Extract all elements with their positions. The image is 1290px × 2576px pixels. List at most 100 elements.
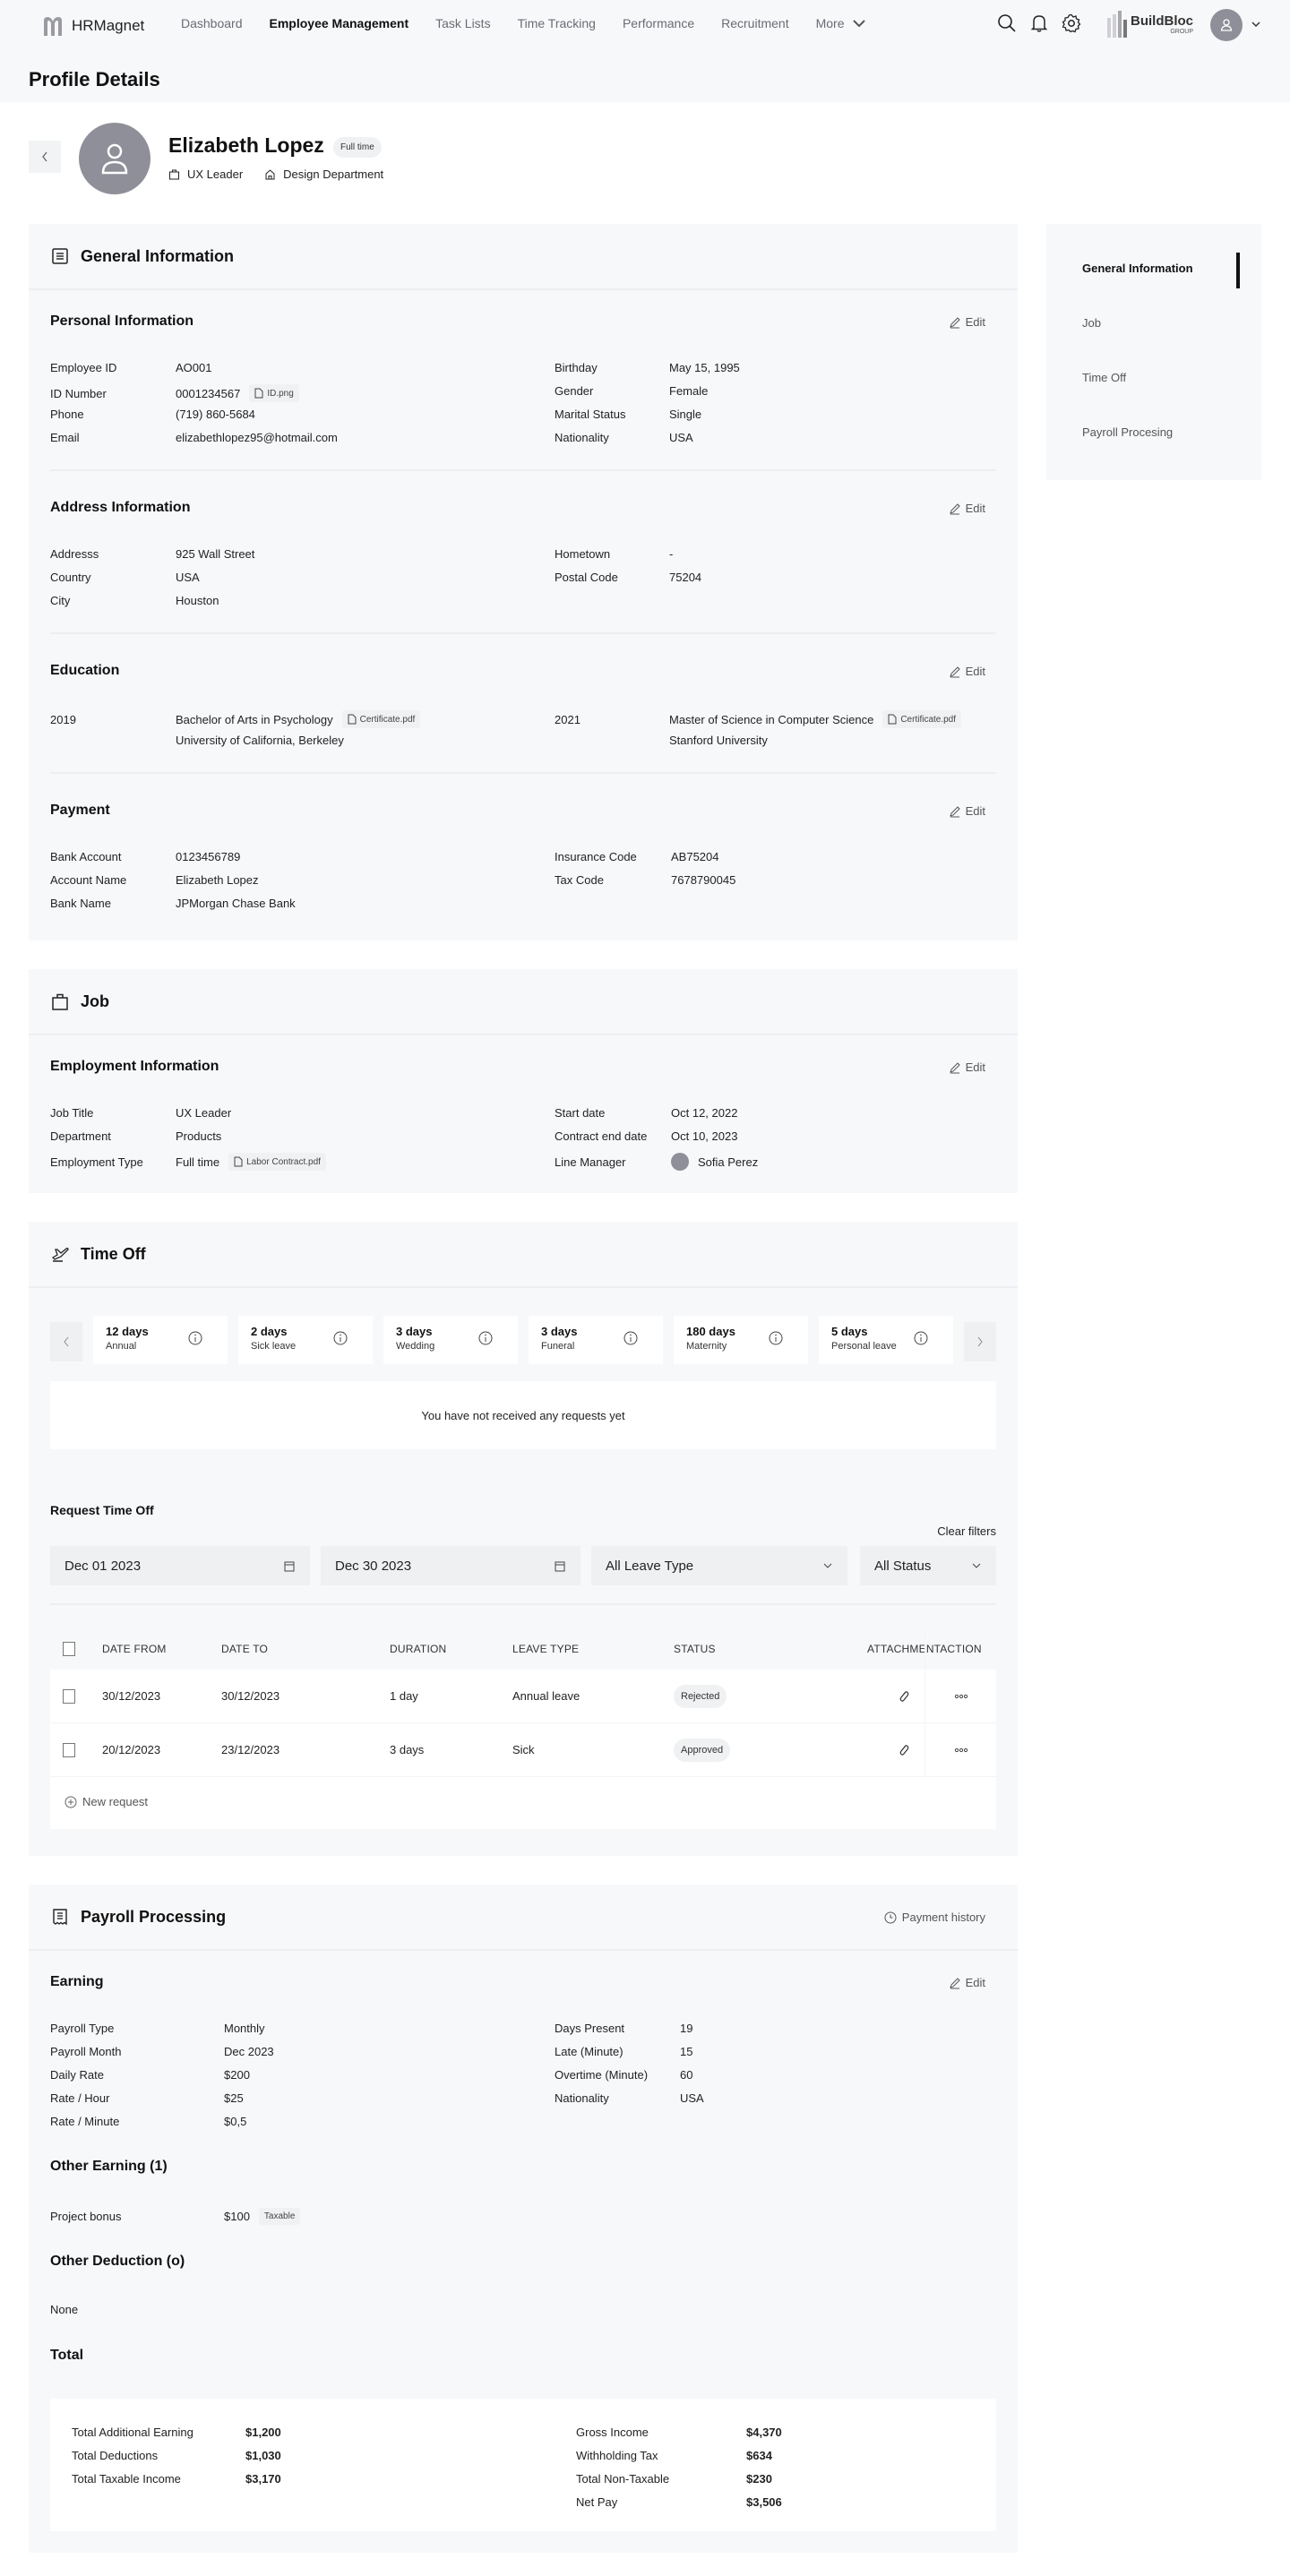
status-select[interactable]: All Status: [860, 1546, 996, 1585]
nav-time-tracking[interactable]: Time Tracking: [518, 16, 596, 30]
back-button[interactable]: [29, 141, 61, 173]
nav-dashboard[interactable]: Dashboard: [181, 16, 243, 30]
field-payroll-month: Payroll Month Dec 2023: [50, 2045, 274, 2058]
section-nav-general-information[interactable]: General Information: [1082, 262, 1193, 275]
file-icon: [888, 714, 897, 725]
user-avatar[interactable]: [1210, 9, 1243, 41]
info-icon[interactable]: [769, 1331, 783, 1345]
row-checkbox[interactable]: [63, 1688, 75, 1704]
withholding-tax: Withholding Tax $634: [576, 2449, 772, 2462]
info-icon[interactable]: [188, 1331, 202, 1345]
more-options-icon[interactable]: [954, 1747, 968, 1753]
leave-balance-card[interactable]: 12 days Annual: [93, 1316, 228, 1364]
col-leave-type[interactable]: LEAVE TYPE: [512, 1628, 579, 1670]
edit-address-button[interactable]: Edit: [949, 502, 985, 515]
edit-earning-button[interactable]: Edit: [949, 1976, 985, 1989]
col-status[interactable]: STATUS: [674, 1628, 716, 1670]
payment-history-button[interactable]: Payment history: [884, 1911, 985, 1924]
receipt-icon: [53, 1909, 67, 1926]
edit-personal-button[interactable]: Edit: [949, 315, 985, 329]
earning-title: Earning: [50, 1974, 104, 1989]
certificate-attachment[interactable]: Certificate.pdf: [882, 710, 962, 728]
field-marital-status: Marital Status Single: [555, 408, 702, 421]
leave-carousel-next[interactable]: [964, 1322, 996, 1361]
employee-role: UX Leader: [187, 167, 244, 181]
certificate-attachment[interactable]: Certificate.pdf: [341, 710, 421, 728]
field-daily-rate: Daily Rate $200: [50, 2068, 250, 2082]
gear-icon[interactable]: [1061, 13, 1082, 34]
edit-payment-button[interactable]: Edit: [949, 804, 985, 818]
paperclip-icon[interactable]: [898, 1689, 910, 1704]
section-nav-payroll[interactable]: Payroll Procesing: [1082, 425, 1173, 439]
info-icon[interactable]: [478, 1331, 493, 1345]
leave-balance-card[interactable]: 3 days Funeral: [529, 1316, 663, 1364]
paperclip-icon[interactable]: [898, 1743, 910, 1757]
labor-contract-attachment[interactable]: Labor Contract.pdf: [228, 1153, 326, 1171]
other-earning-item: Project bonus $100 Taxable: [50, 2208, 301, 2225]
employment-information-title: Employment Information: [50, 1059, 219, 1074]
other-deduction-title: Other Deduction (o): [50, 2254, 185, 2269]
chevron-right-icon: [977, 1336, 983, 1347]
more-options-icon[interactable]: [954, 1694, 968, 1699]
field-insurance-code: Insurance Code AB75204: [555, 850, 719, 863]
edit-education-button[interactable]: Edit: [949, 665, 985, 678]
leave-balance-card[interactable]: 2 days Sick leave: [238, 1316, 373, 1364]
education-school: Stanford University: [669, 734, 768, 747]
nav-recruitment[interactable]: Recruitment: [721, 16, 788, 30]
date-from-input[interactable]: Dec 01 2023: [50, 1546, 310, 1585]
nav-performance[interactable]: Performance: [623, 16, 694, 30]
section-nav-time-off[interactable]: Time Off: [1082, 371, 1126, 384]
search-icon[interactable]: [996, 13, 1018, 34]
info-icon[interactable]: [333, 1331, 348, 1345]
leave-balance-card[interactable]: 5 days Personal leave: [819, 1316, 953, 1364]
id-file-attachment[interactable]: ID.png: [249, 384, 299, 402]
col-duration[interactable]: DURATION: [390, 1628, 446, 1670]
col-date-to[interactable]: DATE TO: [221, 1628, 268, 1670]
field-account-name: Account Name Elizabeth Lopez: [50, 873, 259, 887]
file-icon: [234, 1156, 243, 1167]
field-country: Country USA: [50, 571, 200, 584]
time-off-card: Time Off 12 days Annual 2 days Sick leave …: [29, 1222, 1018, 1856]
leave-type-select[interactable]: All Leave Type: [591, 1546, 847, 1585]
field-rate-hour: Rate / Hour $25: [50, 2091, 244, 2105]
pencil-icon: [949, 1061, 960, 1073]
pencil-icon: [949, 665, 960, 677]
col-date-from[interactable]: DATE FROM: [102, 1628, 167, 1670]
new-request-button[interactable]: New request: [64, 1795, 148, 1808]
user-menu-chevron-icon[interactable]: [1251, 19, 1261, 30]
app-logo[interactable]: HRMagnet: [41, 14, 144, 38]
taxable-tag: Taxable: [258, 2208, 301, 2225]
field-contract-end-date: Contract end date Oct 10, 2023: [555, 1129, 738, 1143]
leave-carousel-prev[interactable]: [50, 1322, 82, 1361]
field-postal-code: Postal Code 75204: [555, 571, 702, 584]
nav-more[interactable]: More: [816, 16, 866, 30]
payroll-card: Payroll Processing Payment history Earni…: [29, 1885, 1018, 2553]
select-all-checkbox[interactable]: [63, 1642, 75, 1656]
row-checkbox[interactable]: [63, 1742, 75, 1757]
leave-balance-card[interactable]: 180 days Maternity: [674, 1316, 808, 1364]
personal-information-title: Personal Information: [50, 313, 194, 329]
header-actions: [996, 13, 1082, 34]
edit-label: Edit: [965, 804, 985, 818]
section-nav-job[interactable]: Job: [1082, 316, 1101, 330]
date-to-input[interactable]: Dec 30 2023: [321, 1546, 580, 1585]
company-logo: BuildBloc GROUP: [1107, 11, 1193, 38]
field-start-date: Start date Oct 12, 2022: [555, 1106, 738, 1120]
file-icon: [348, 714, 357, 725]
info-icon[interactable]: [624, 1331, 638, 1345]
page-title: Profile Details: [29, 68, 160, 90]
nav-employee-management[interactable]: Employee Management: [270, 16, 409, 30]
field-line-manager: Line Manager Sofia Perez: [555, 1153, 758, 1171]
plus-circle-icon: [64, 1796, 77, 1807]
info-icon[interactable]: [914, 1331, 928, 1345]
leave-balance-card[interactable]: 3 days Wedding: [383, 1316, 518, 1364]
nav-task-lists[interactable]: Task Lists: [435, 16, 490, 30]
time-off-requests-table: DATE FROM DATE TO DURATION LEAVE TYPE ST…: [50, 1628, 996, 1829]
edit-employment-button[interactable]: Edit: [949, 1060, 985, 1074]
col-action[interactable]: ACTION: [924, 1628, 996, 1670]
clear-filters-button[interactable]: Clear filters: [937, 1524, 996, 1538]
field-late-minute: Late (Minute) 15: [555, 2045, 693, 2058]
bell-icon[interactable]: [1028, 13, 1050, 34]
edit-label: Edit: [965, 502, 985, 515]
field-gender: Gender Female: [555, 384, 709, 398]
